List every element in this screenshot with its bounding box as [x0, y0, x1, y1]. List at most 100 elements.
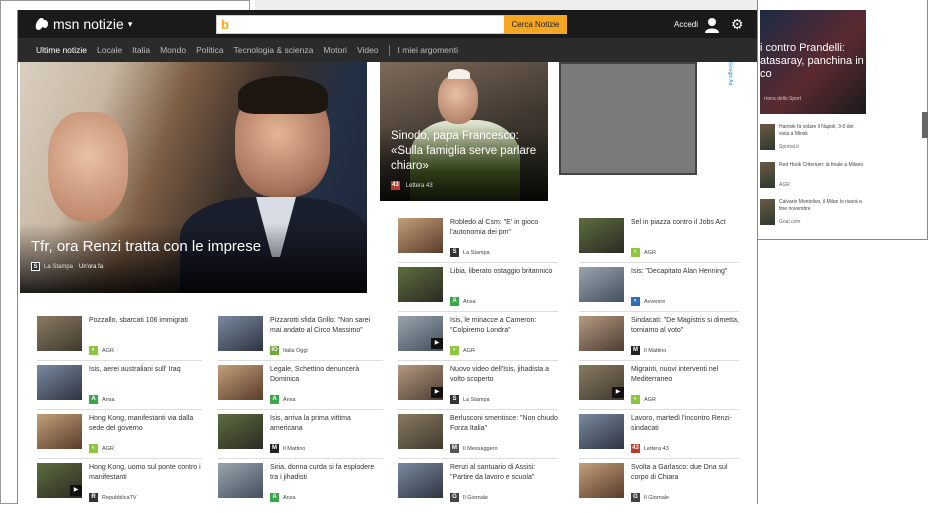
- nav-item-ultime-notizie[interactable]: Ultime notizie: [36, 45, 87, 55]
- news-item[interactable]: Legale, Schettino denuncerà Dominica A Ans…: [218, 365, 383, 415]
- hero-image-hand: [48, 112, 128, 222]
- play-icon[interactable]: ▶: [431, 387, 443, 398]
- news-thumbnail[interactable]: [218, 365, 263, 400]
- hero-story[interactable]: Tfr, ora Renzi tratta con le imprese S L…: [20, 62, 367, 293]
- news-thumbnail[interactable]: ▶: [579, 365, 624, 400]
- news-title[interactable]: Hong Kong, uomo sul ponte contro i manif…: [89, 463, 202, 482]
- feature-source: 43 Lettera 43: [391, 181, 433, 190]
- news-title[interactable]: Libia, liberato ostaggio britannico: [450, 267, 558, 277]
- nav-item-tecnologia[interactable]: Tecnologia & scienza: [233, 45, 313, 55]
- news-item[interactable]: Pozzallo, sbarcati 106 immigrati ◐ AGR: [37, 316, 202, 366]
- news-thumbnail[interactable]: [398, 267, 443, 302]
- news-thumbnail[interactable]: [398, 218, 443, 253]
- news-title[interactable]: Robledo al Csm: "E' in gioco l'autonomia…: [450, 218, 558, 237]
- ad-info-label[interactable]: Google Ad: [727, 62, 733, 85]
- news-item[interactable]: ▶ Migranti, nuovi interventi nel Mediterr…: [579, 365, 739, 415]
- item-divider: [398, 409, 558, 410]
- news-item[interactable]: Isis, aerei australiani sull' Iraq A Ansa: [37, 365, 202, 415]
- news-title[interactable]: Pizzarotti sfida Grillo: "Non sarei mai …: [270, 316, 383, 335]
- hero-title[interactable]: Tfr, ora Renzi tratta con le imprese: [31, 238, 261, 256]
- news-thumbnail[interactable]: [218, 316, 263, 351]
- nav-item-locale[interactable]: Locale: [97, 45, 122, 55]
- news-item[interactable]: Isis: "Decapitato Alan Henning" ◐ Avvenire: [579, 267, 739, 317]
- news-thumbnail[interactable]: [37, 414, 82, 449]
- news-title[interactable]: Pozzallo, sbarcati 106 immigrati: [89, 316, 202, 326]
- news-title[interactable]: Renzi al santuario di Assisi: "Partire d…: [450, 463, 558, 482]
- nav-item-italia[interactable]: Italia: [132, 45, 150, 55]
- news-item[interactable]: Pizzarotti sfida Grillo: "Non sarei mai …: [218, 316, 383, 366]
- user-icon[interactable]: [704, 17, 720, 33]
- news-title[interactable]: Lavoro, martedì l'incontro Renzi-sindaca…: [631, 414, 739, 433]
- play-icon[interactable]: ▶: [612, 387, 624, 398]
- news-item[interactable]: Robledo al Csm: "E' in gioco l'autonomia…: [398, 218, 558, 268]
- signin-link[interactable]: Accedi: [674, 20, 698, 29]
- news-source-name: La Stampa: [463, 249, 490, 256]
- news-thumbnail[interactable]: ▶: [398, 365, 443, 400]
- nav-item-politica[interactable]: Politica: [196, 45, 223, 55]
- news-item[interactable]: Sindacati: "De Magistris si dimetta, tor…: [579, 316, 739, 366]
- news-item[interactable]: Svolta a Garlasco: due Dna sul corpo di …: [579, 463, 739, 513]
- nav-item-motori[interactable]: Motori: [323, 45, 347, 55]
- msn-logo[interactable]: msn notizie ▾: [36, 15, 132, 33]
- news-title[interactable]: Isis, le minacce a Cameron: "Colpiremo L…: [450, 316, 558, 335]
- news-source: G Il Giornale: [631, 493, 669, 502]
- news-source-name: Il Mattino: [644, 347, 667, 354]
- advertisement[interactable]: [559, 62, 697, 175]
- search-button[interactable]: Cerca Notizie: [504, 15, 567, 34]
- news-thumbnail[interactable]: [398, 414, 443, 449]
- feature-image-cap: [448, 69, 470, 79]
- news-item[interactable]: Renzi al santuario di Assisi: "Partire d…: [398, 463, 558, 513]
- news-title[interactable]: Isis, arriva la prima vittima americana: [270, 414, 383, 433]
- news-thumbnail[interactable]: [579, 414, 624, 449]
- news-thumbnail[interactable]: [37, 365, 82, 400]
- gear-icon[interactable]: ⚙: [731, 17, 745, 31]
- news-source-name: Ansa: [463, 298, 476, 305]
- background-hero-image: i contro Prandelli: atasaray, panchina i…: [760, 10, 866, 114]
- feature-story[interactable]: Sinodo, papa Francesco: «Sulla famiglia …: [380, 62, 548, 201]
- news-thumbnail[interactable]: [579, 218, 624, 253]
- news-title[interactable]: Siria, donna curda si fa esplodere tra i…: [270, 463, 383, 482]
- news-title[interactable]: Isis: "Decapitato Alan Henning": [631, 267, 739, 277]
- news-thumbnail[interactable]: [579, 316, 624, 351]
- news-title[interactable]: Sindacati: "De Magistris si dimetta, tor…: [631, 316, 739, 335]
- news-title[interactable]: Hong Kong, manifestanti via dalla sede d…: [89, 414, 202, 433]
- news-item[interactable]: Sel in piazza contro il Jobs Act ◐ AGR: [579, 218, 739, 268]
- play-icon[interactable]: ▶: [431, 338, 443, 349]
- news-source: M Il Messaggero: [450, 444, 498, 453]
- nav-item-mondo[interactable]: Mondo: [160, 45, 186, 55]
- news-source: ◐ AGR: [631, 395, 656, 404]
- news-item[interactable]: ▶ Hong Kong, uomo sul ponte contro i mani…: [37, 463, 202, 513]
- news-source-name: Il Giornale: [463, 494, 489, 501]
- news-thumbnail[interactable]: [218, 414, 263, 449]
- news-thumbnail[interactable]: [579, 267, 624, 302]
- nav-item-my-topics[interactable]: I miei argomenti: [398, 45, 458, 55]
- news-title[interactable]: Nuovo video dell'Isis, jihadista a volto…: [450, 365, 558, 384]
- news-item[interactable]: Siria, donna curda si fa esplodere tra i…: [218, 463, 383, 513]
- news-title[interactable]: Berlusconi smentisce: "Non chiudo Forza …: [450, 414, 558, 433]
- news-thumbnail[interactable]: ▶: [398, 316, 443, 351]
- background-scrollbar: [922, 112, 928, 138]
- news-source-name: AGR: [102, 445, 114, 452]
- news-item[interactable]: ▶ Isis, le minacce a Cameron: "Colpiremo …: [398, 316, 558, 366]
- news-item[interactable]: Isis, arriva la prima vittima americana M…: [218, 414, 383, 464]
- news-thumbnail[interactable]: [37, 316, 82, 351]
- nav-item-video[interactable]: Video: [357, 45, 379, 55]
- news-title[interactable]: Isis, aerei australiani sull' Iraq: [89, 365, 202, 375]
- play-icon[interactable]: ▶: [70, 485, 82, 496]
- news-thumbnail[interactable]: [579, 463, 624, 498]
- news-item[interactable]: Libia, liberato ostaggio britannico A Ansa: [398, 267, 558, 317]
- feature-title[interactable]: Sinodo, papa Francesco: «Sulla famiglia …: [391, 129, 541, 174]
- news-title[interactable]: Legale, Schettino denuncerà Dominica: [270, 365, 383, 384]
- news-title[interactable]: Svolta a Garlasco: due Dna sul corpo di …: [631, 463, 739, 482]
- news-thumbnail[interactable]: [398, 463, 443, 498]
- news-title[interactable]: Migranti, nuovi interventi nel Mediterra…: [631, 365, 739, 384]
- news-item[interactable]: ▶ Nuovo video dell'Isis, jihadista a volt…: [398, 365, 558, 415]
- brand-label: msn notizie: [53, 16, 124, 32]
- news-thumbnail[interactable]: [218, 463, 263, 498]
- news-item[interactable]: Hong Kong, manifestanti via dalla sede d…: [37, 414, 202, 464]
- source-logo-icon: A: [89, 395, 98, 404]
- news-item[interactable]: Berlusconi smentisce: "Non chiudo Forza …: [398, 414, 558, 464]
- news-item[interactable]: Lavoro, martedì l'incontro Renzi-sindaca…: [579, 414, 739, 464]
- news-title[interactable]: Sel in piazza contro il Jobs Act: [631, 218, 739, 228]
- news-thumbnail[interactable]: ▶: [37, 463, 82, 498]
